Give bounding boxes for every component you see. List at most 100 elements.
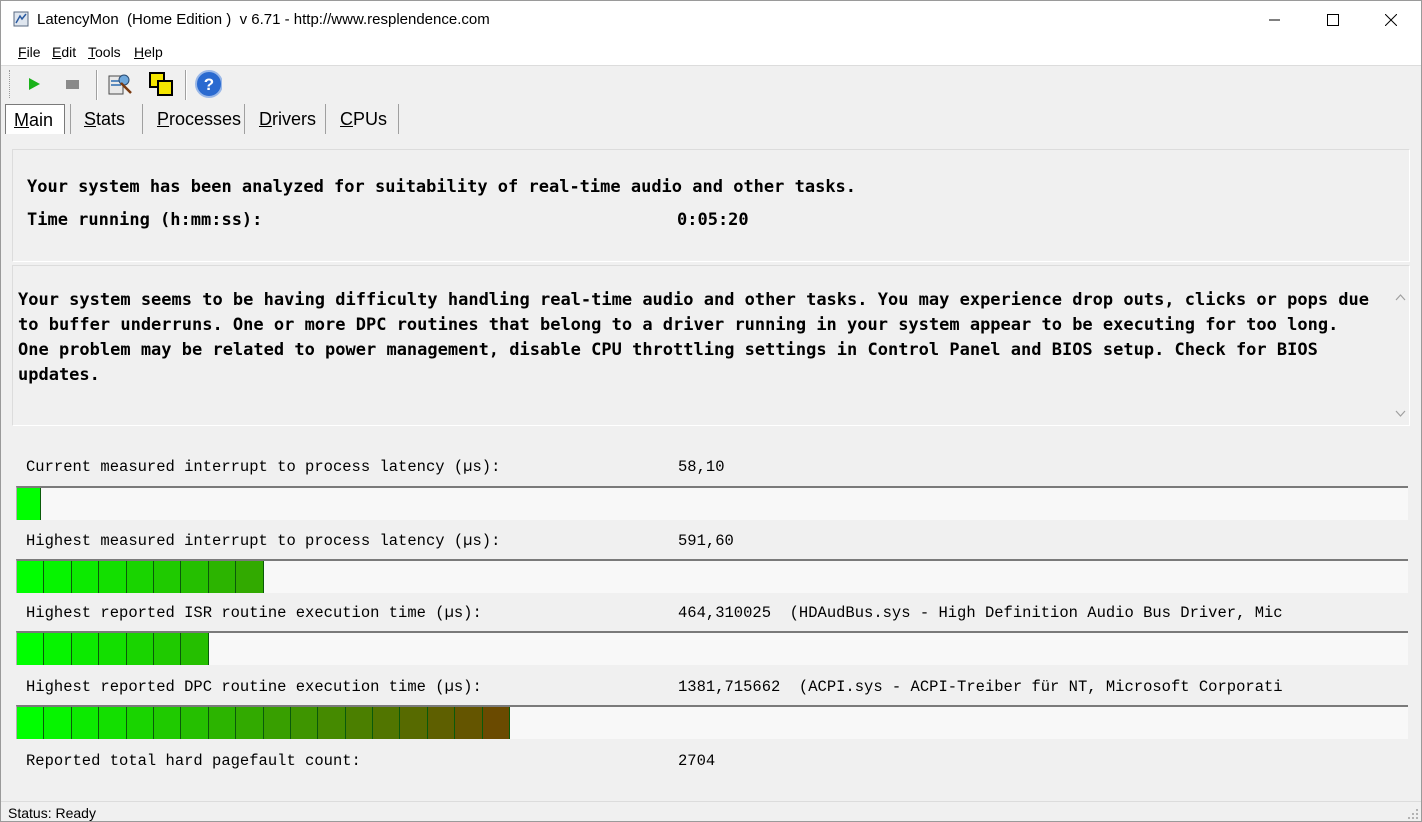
bar-segment: [17, 488, 41, 520]
bar-segment: [427, 707, 456, 739]
tab-cpus[interactable]: CPUs: [332, 104, 395, 134]
tab-main-label: ain: [29, 110, 54, 130]
start-button[interactable]: [20, 69, 48, 99]
bar-segment: [99, 561, 127, 593]
current-latency-label: Current measured interrupt to process la…: [26, 458, 501, 476]
maximize-button[interactable]: [1304, 1, 1362, 39]
svg-text:?: ?: [204, 75, 214, 94]
report-button[interactable]: [105, 69, 133, 99]
menu-file[interactable]: File: [18, 44, 41, 60]
scroll-up-icon[interactable]: [1395, 292, 1406, 303]
play-icon: [29, 78, 40, 90]
dpc-time-label: Highest reported DPC routine execution t…: [26, 678, 482, 696]
bar-segment: [208, 707, 237, 739]
dpc-time-bar: [16, 705, 1408, 739]
tab-drivers[interactable]: Drivers: [251, 104, 324, 134]
menu-tools-label: ools: [95, 44, 121, 60]
dpc-time-value: 1381,715662 (ACPI.sys - ACPI-Treiber für…: [678, 678, 1283, 696]
scroll-down-icon[interactable]: [1395, 408, 1406, 419]
analysis-summary-panel: Your system has been analyzed for suitab…: [12, 149, 1410, 262]
tab-separator: [70, 104, 71, 134]
conclusion-scrollbar[interactable]: [1392, 286, 1409, 426]
bar-segment: [153, 707, 182, 739]
window-title: LatencyMon (Home Edition ) v 6.71 - http…: [37, 11, 490, 28]
menu-help-accel: H: [134, 44, 145, 60]
isr-time-bar: [16, 631, 1408, 665]
bar-segment: [236, 707, 264, 739]
tab-drivers-accel: D: [259, 109, 272, 129]
bar-segment: [99, 633, 127, 665]
bar-segment: [153, 633, 182, 665]
resize-grip-icon[interactable]: [1407, 808, 1419, 820]
minimize-button[interactable]: [1246, 1, 1304, 39]
menu-help[interactable]: Help: [134, 44, 163, 60]
menu-tools[interactable]: Tools: [88, 44, 121, 60]
bar-segment: [181, 561, 209, 593]
menu-edit-accel: E: [52, 44, 62, 60]
bar-segment: [44, 561, 72, 593]
menu-tools-accel: T: [88, 44, 95, 60]
bar-segment: [263, 707, 291, 739]
help-button[interactable]: ?: [194, 69, 222, 99]
bar-segment: [99, 707, 127, 739]
bar-segment: [71, 707, 100, 739]
isr-time-label: Highest reported ISR routine execution t…: [26, 604, 482, 622]
close-button[interactable]: [1362, 1, 1420, 39]
conclusion-panel: Your system seems to be having difficult…: [12, 265, 1410, 426]
highest-latency-value: 591,60: [678, 532, 734, 550]
tab-main[interactable]: Main: [5, 104, 65, 134]
bar-segment: [318, 707, 346, 739]
bar-segment: [345, 707, 374, 739]
tab-separator: [142, 104, 143, 134]
bar-segment: [290, 707, 319, 739]
bar-segment: [17, 707, 45, 739]
metrics-panel: Current measured interrupt to process la…: [12, 428, 1410, 794]
dpc-time-bar-fill: [17, 707, 511, 739]
toolbar-grip[interactable]: [9, 70, 13, 98]
bar-segment: [181, 633, 209, 665]
analysis-summary-text: Your system has been analyzed for suitab…: [27, 177, 857, 197]
bar-segment: [126, 707, 154, 739]
tab-separator: [325, 104, 326, 134]
tab-strip: Main Stats Processes Drivers CPUs: [1, 102, 1421, 136]
latencymon-app-icon: [13, 11, 29, 27]
bar-segment: [236, 561, 264, 593]
tab-separator: [398, 104, 399, 134]
stop-button[interactable]: [58, 69, 86, 99]
current-latency-bar-fill: [17, 488, 41, 520]
maximize-icon: [1327, 14, 1339, 26]
close-icon: [1385, 14, 1397, 26]
tab-stats-label: tats: [96, 109, 126, 129]
tab-processes[interactable]: Processes: [149, 104, 249, 134]
bar-segment: [44, 707, 72, 739]
stop-icon: [66, 80, 79, 89]
menu-edit[interactable]: Edit: [52, 44, 76, 60]
cpu-button[interactable]: [147, 69, 175, 99]
time-running-label: Time running (h:mm:ss):: [27, 210, 263, 230]
tab-drivers-label: rivers: [272, 109, 316, 129]
pagefault-label: Reported total hard pagefault count:: [26, 752, 361, 770]
bar-segment: [71, 561, 100, 593]
toolbar-separator: [96, 70, 98, 100]
tab-stats[interactable]: Stats: [76, 104, 133, 134]
menu-file-accel: F: [18, 44, 27, 60]
help-icon: ?: [195, 70, 222, 98]
pagefault-value: 2704: [678, 752, 716, 770]
status-text: Status: Ready: [8, 805, 96, 821]
title-bar: LatencyMon (Home Edition ) v 6.71 - http…: [1, 1, 1421, 39]
tab-stats-accel: S: [84, 109, 97, 129]
toolbar-separator: [185, 70, 187, 100]
highest-latency-bar-fill: [17, 561, 264, 593]
cpu-icon: [149, 72, 173, 96]
tab-cpus-label: PUs: [353, 109, 388, 129]
tab-main-accel: M: [14, 110, 29, 130]
bar-segment: [71, 633, 100, 665]
current-latency-bar: [16, 486, 1408, 520]
report-icon: [108, 74, 132, 95]
status-bar: Status: Ready: [1, 801, 1421, 821]
tab-separator: [244, 104, 245, 134]
bar-segment: [126, 633, 154, 665]
bar-segment: [482, 707, 511, 739]
highest-latency-label: Highest measured interrupt to process la…: [26, 532, 501, 550]
menu-edit-label: dit: [61, 44, 77, 60]
